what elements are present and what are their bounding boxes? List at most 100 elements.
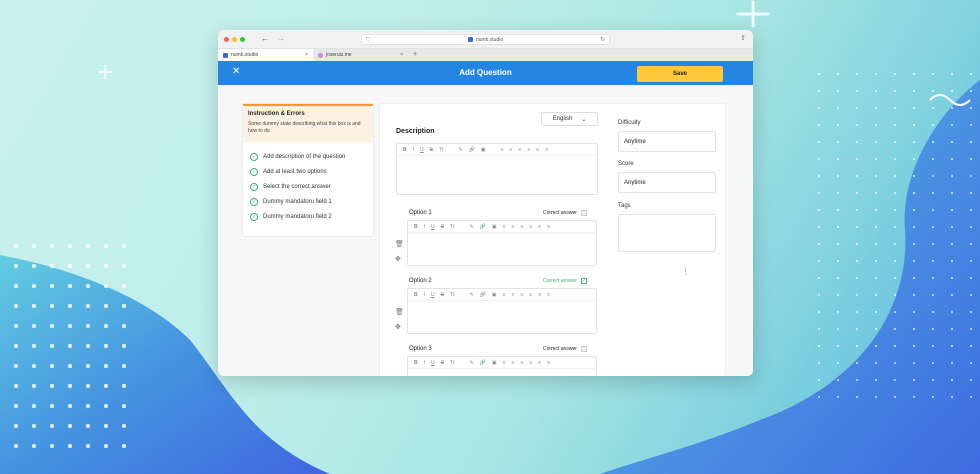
- underline-icon[interactable]: U: [431, 292, 435, 298]
- table-icon[interactable]: ≡: [547, 292, 550, 298]
- description-editor[interactable]: B I U S Tt ✎ 🔗 ▣ ≡ ≡ ≡ ≡ ≡ ≡: [396, 143, 598, 195]
- align-left-icon[interactable]: ≡: [503, 292, 506, 298]
- align-center-icon[interactable]: ≡: [512, 360, 515, 366]
- language-select[interactable]: English ⌄: [541, 112, 598, 126]
- close-tab-icon[interactable]: ×: [305, 52, 308, 58]
- underline-icon[interactable]: U: [431, 224, 435, 230]
- bold-icon[interactable]: B: [414, 360, 418, 366]
- trash-icon[interactable]: 🗑: [395, 308, 404, 316]
- italic-icon[interactable]: I: [424, 360, 425, 366]
- underline-icon[interactable]: U: [420, 147, 424, 153]
- list-icon[interactable]: ≡: [529, 224, 532, 230]
- link-icon[interactable]: 🔗: [480, 224, 486, 230]
- quote-icon[interactable]: ≡: [536, 147, 539, 153]
- link-icon[interactable]: 🔗: [480, 292, 486, 298]
- new-tab-button[interactable]: +: [408, 49, 417, 61]
- text-size-icon[interactable]: Tt: [450, 360, 454, 366]
- bold-icon[interactable]: B: [403, 147, 407, 153]
- option-1-editor[interactable]: B I U S Tt ✎ 🔗 ▣ ≡ ≡ ≡ ≡ ≡ ≡: [407, 220, 597, 266]
- pen-icon[interactable]: ✎: [469, 360, 473, 366]
- table-icon[interactable]: ≡: [547, 224, 550, 230]
- align-left-icon[interactable]: ≡: [503, 224, 506, 230]
- italic-icon[interactable]: I: [424, 224, 425, 230]
- tab-numb-studio[interactable]: numb.studio ×: [218, 49, 313, 61]
- option-3-editor[interactable]: B I U S Tt ✎ 🔗 ▣ ≡ ≡ ≡ ≡ ≡ ≡: [407, 356, 597, 376]
- close-tab-icon[interactable]: ×: [400, 52, 403, 58]
- checkbox-checked[interactable]: ✓: [580, 278, 587, 284]
- url-text: numb.studio: [475, 36, 504, 43]
- minimize-window-button[interactable]: [232, 37, 237, 42]
- quote-icon[interactable]: ≡: [538, 292, 541, 298]
- bold-icon[interactable]: B: [414, 224, 418, 230]
- tags-field[interactable]: [618, 214, 716, 252]
- option-1-correct-toggle[interactable]: Correct answer: [543, 210, 587, 216]
- rich-text-toolbar: B I U S Tt ✎ 🔗 ▣ ≡ ≡ ≡ ≡ ≡ ≡: [397, 144, 597, 156]
- drag-handle-icon[interactable]: ✥: [395, 323, 401, 331]
- table-icon[interactable]: ≡: [545, 147, 548, 153]
- back-arrow-icon[interactable]: ←: [261, 34, 269, 43]
- instructions-title: Instruction & Errors: [248, 111, 305, 117]
- align-right-icon[interactable]: ≡: [520, 224, 523, 230]
- difficulty-field[interactable]: Anytime: [618, 131, 716, 152]
- list-icon[interactable]: ≡: [529, 292, 532, 298]
- align-center-icon[interactable]: ≡: [512, 292, 515, 298]
- checkbox[interactable]: [580, 210, 587, 216]
- align-right-icon[interactable]: ≡: [520, 292, 523, 298]
- close-window-button[interactable]: [224, 37, 229, 42]
- align-center-icon[interactable]: ≡: [510, 147, 513, 153]
- list-icon[interactable]: ≡: [527, 147, 530, 153]
- strikethrough-icon[interactable]: S: [430, 147, 433, 153]
- pen-icon[interactable]: ✎: [469, 224, 473, 230]
- link-icon[interactable]: 🔗: [480, 360, 486, 366]
- align-left-icon[interactable]: ≡: [503, 360, 506, 366]
- option-2-editor[interactable]: B I U S Tt ✎ 🔗 ▣ ≡ ≡ ≡ ≡ ≡ ≡: [407, 288, 597, 334]
- trash-icon[interactable]: 🗑: [395, 240, 404, 248]
- list-icon[interactable]: ≡: [529, 360, 532, 366]
- instructions-card: Instruction & Errors Some dummy state de…: [242, 103, 374, 237]
- underline-icon[interactable]: U: [431, 360, 435, 366]
- forward-arrow-icon[interactable]: →: [277, 34, 285, 43]
- address-bar[interactable]: ⛉ numb.studio ↻: [361, 34, 610, 45]
- strikethrough-icon[interactable]: S: [441, 292, 444, 298]
- text-size-icon[interactable]: Tt: [439, 147, 443, 153]
- pen-icon[interactable]: ✎: [469, 292, 473, 298]
- align-right-icon[interactable]: ≡: [520, 360, 523, 366]
- italic-icon[interactable]: I: [413, 147, 414, 153]
- checkbox[interactable]: [580, 346, 587, 352]
- italic-icon[interactable]: I: [424, 292, 425, 298]
- rich-text-toolbar: B I U S Tt ✎ 🔗 ▣ ≡ ≡ ≡ ≡ ≡ ≡: [408, 221, 596, 233]
- page-header: ✕ Add Question Save: [218, 61, 753, 85]
- reload-icon[interactable]: ↻: [600, 36, 605, 43]
- checklist-label: Add at least two options: [263, 168, 327, 175]
- instructions-checklist: ✓ Add description of the question ✓ Add at…: [243, 142, 373, 224]
- quote-icon[interactable]: ≡: [538, 360, 541, 366]
- image-icon[interactable]: ▣: [492, 224, 497, 230]
- image-icon[interactable]: ▣: [492, 360, 497, 366]
- more-options-icon[interactable]: ⋮: [682, 268, 689, 276]
- tab-joseruiz[interactable]: joseruiz.me ×: [313, 49, 408, 61]
- language-value: English: [552, 116, 573, 122]
- save-button[interactable]: Save: [637, 66, 723, 82]
- table-icon[interactable]: ≡: [547, 360, 550, 366]
- text-size-icon[interactable]: Tt: [450, 224, 454, 230]
- pen-icon[interactable]: ✎: [458, 147, 462, 153]
- score-field[interactable]: Anytime: [618, 172, 716, 193]
- maximize-window-button[interactable]: [240, 37, 245, 42]
- strikethrough-icon[interactable]: S: [441, 224, 444, 230]
- option-3-correct-toggle[interactable]: Correct answer: [543, 346, 587, 352]
- strikethrough-icon[interactable]: S: [441, 360, 444, 366]
- bold-icon[interactable]: B: [414, 292, 418, 298]
- correct-answer-label: Correct answer: [543, 278, 577, 284]
- share-icon[interactable]: ⇪: [740, 34, 746, 42]
- text-size-icon[interactable]: Tt: [450, 292, 454, 298]
- align-right-icon[interactable]: ≡: [518, 147, 521, 153]
- rich-text-toolbar: B I U S Tt ✎ 🔗 ▣ ≡ ≡ ≡ ≡ ≡ ≡: [408, 289, 596, 301]
- option-2-correct-toggle[interactable]: Correct answer ✓: [543, 278, 587, 284]
- align-center-icon[interactable]: ≡: [512, 224, 515, 230]
- link-icon[interactable]: 🔗: [469, 147, 475, 153]
- image-icon[interactable]: ▣: [492, 292, 497, 298]
- quote-icon[interactable]: ≡: [538, 224, 541, 230]
- drag-handle-icon[interactable]: ✥: [395, 255, 401, 263]
- image-icon[interactable]: ▣: [481, 147, 486, 153]
- align-left-icon[interactable]: ≡: [501, 147, 504, 153]
